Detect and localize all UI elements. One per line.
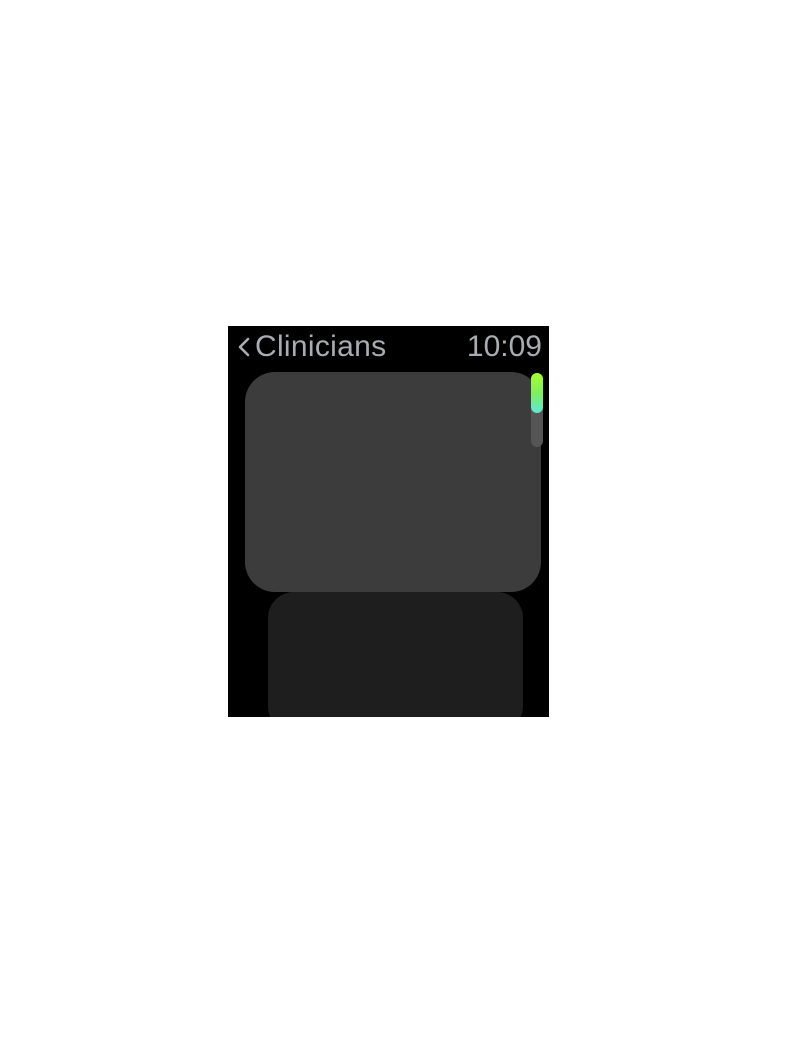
scroll-indicator: [531, 373, 543, 447]
status-bar: Clinicians 10:09: [228, 326, 549, 368]
clock-time: 10:09: [466, 330, 542, 363]
back-label: Clinicians: [255, 330, 387, 363]
watch-screen: Clinicians 10:09: [228, 326, 549, 717]
chevron-left-icon: [238, 337, 250, 357]
scroll-indicator-thumb: [531, 373, 543, 413]
list-item[interactable]: [245, 372, 541, 592]
list-item[interactable]: [268, 592, 523, 717]
back-button[interactable]: Clinicians: [236, 328, 386, 366]
